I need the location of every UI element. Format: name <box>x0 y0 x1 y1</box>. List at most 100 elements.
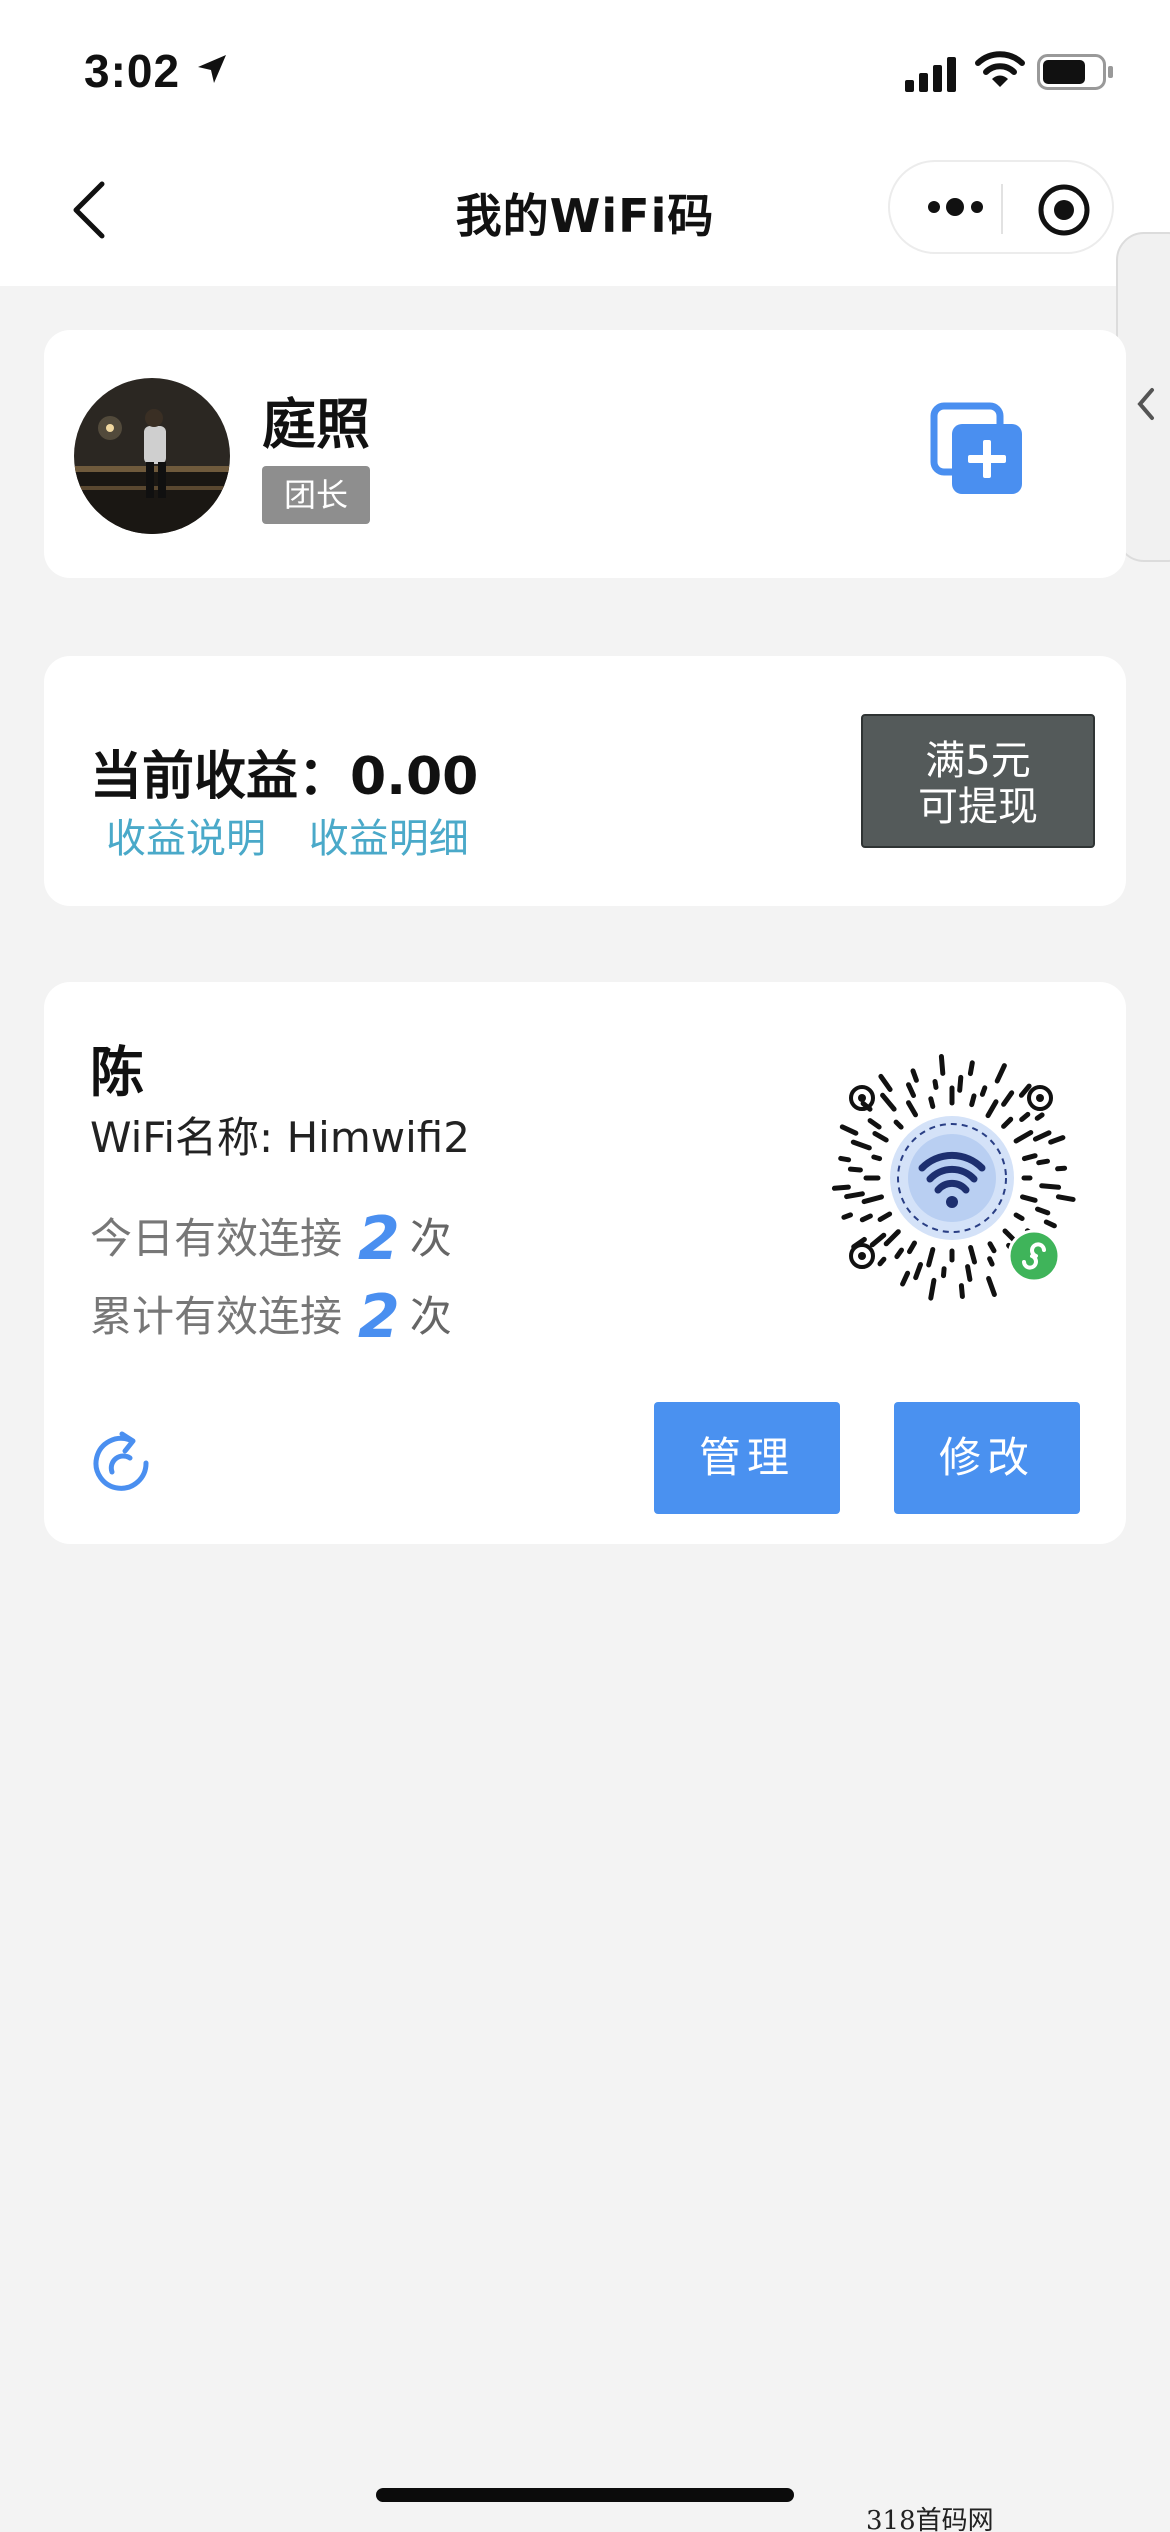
chevron-left-icon <box>1137 388 1154 420</box>
qr-ray <box>926 1247 936 1268</box>
status-time: 3:02 <box>84 45 181 97</box>
qr-ray <box>1048 1135 1066 1145</box>
withdraw-line-2: 可提现 <box>918 784 1038 830</box>
wifi-code-card: 陈 WiFi名称: Himwifi2 今日有效连接 2次 累计有效连接 2次 <box>44 982 1126 1544</box>
qr-ray <box>900 1270 911 1287</box>
qr-ray <box>883 1229 901 1247</box>
cellular-signal-icon <box>905 56 957 96</box>
qr-ray <box>932 1079 939 1090</box>
target-circle-icon[interactable] <box>1036 182 1092 242</box>
profile-card: 庭照 团长 <box>44 330 1126 578</box>
qr-ray <box>1020 1194 1038 1203</box>
qr-ray <box>844 1191 865 1200</box>
qr-ray <box>1055 1194 1076 1202</box>
qr-ray <box>877 1211 893 1222</box>
total-connections-count: 2 <box>358 1282 400 1352</box>
qr-ray <box>1034 1112 1045 1121</box>
home-indicator[interactable] <box>376 2488 794 2502</box>
mini-program-qr-code[interactable] <box>822 1048 1082 1312</box>
earnings-amount: 0.00 <box>350 747 479 807</box>
qr-ray <box>850 1139 872 1151</box>
earnings-links: 收益说明 收益明细 <box>106 806 499 864</box>
qr-ray <box>841 1212 853 1220</box>
qr-ray <box>1021 1153 1038 1162</box>
total-connections-unit: 次 <box>409 1292 452 1341</box>
qr-ray <box>910 1068 919 1083</box>
today-connections-row: 今日有效连接 2 次 <box>90 1204 452 1274</box>
withdraw-line-1: 满5元 <box>925 738 1031 784</box>
qr-ray <box>957 1074 964 1093</box>
wifi-name-value: Himwifi2 <box>286 1113 470 1162</box>
earnings-card: 当前收益：0.00 收益说明 收益明细 满5元 可提现 <box>44 656 1126 906</box>
today-connections-count: 2 <box>358 1204 400 1274</box>
nav-bar: 我的WiFi码 <box>0 140 1170 286</box>
status-bar: 3:02 <box>0 0 1170 140</box>
qr-ray <box>968 1245 977 1265</box>
qr-ray <box>894 1247 904 1260</box>
qr-ray <box>847 1166 863 1173</box>
qr-ray <box>941 1266 947 1279</box>
qr-ray <box>1019 1111 1031 1122</box>
qr-ray <box>839 1124 859 1136</box>
today-connections-label: 今日有效连接 <box>90 1214 343 1263</box>
qr-ray <box>878 1073 893 1092</box>
qr-ray <box>872 1131 889 1143</box>
qr-ray <box>838 1155 852 1163</box>
earnings-label: 当前收益：0.00 <box>90 734 478 809</box>
qr-ray <box>965 1264 973 1282</box>
avatar[interactable] <box>74 378 230 534</box>
qr-ray <box>938 1054 946 1076</box>
qr-ray <box>867 1118 882 1130</box>
qr-ray <box>1032 1130 1052 1142</box>
qr-ray <box>893 1119 904 1130</box>
earnings-detail-link[interactable]: 收益明细 <box>309 816 469 862</box>
qr-ray <box>877 1256 887 1267</box>
qr-ray <box>861 1194 884 1205</box>
total-connections-row: 累计有效连接 2 次 <box>90 1282 452 1352</box>
earnings-label-text: 当前收益： <box>90 747 351 807</box>
qr-ray <box>1036 1158 1050 1166</box>
qr-ray <box>985 1099 999 1119</box>
today-connections-unit: 次 <box>409 1214 452 1263</box>
qr-ray <box>986 1276 997 1297</box>
wifi-icon <box>975 50 1025 94</box>
edit-button[interactable]: 修改 <box>894 1402 1080 1514</box>
qr-ray <box>871 1154 883 1162</box>
qr-ray <box>906 1082 916 1098</box>
earnings-explain-link[interactable]: 收益说明 <box>106 816 266 862</box>
refresh-icon[interactable] <box>88 1430 154 1500</box>
wifi-name-row: WiFi名称: Himwifi2 <box>90 1104 470 1165</box>
qr-ray <box>906 1100 918 1118</box>
qr-ray <box>869 1232 887 1248</box>
watermark-text: 318首码网 www.E318.com <box>866 2506 994 2532</box>
qr-ray <box>1001 1116 1014 1129</box>
profile-name: 庭照 <box>262 393 370 456</box>
total-connections-label: 累计有效连接 <box>90 1292 343 1341</box>
qr-ray <box>928 1277 937 1301</box>
role-badge: 团长 <box>262 466 370 524</box>
qr-ray <box>1043 1219 1057 1229</box>
qr-ray <box>928 1096 936 1109</box>
qr-ray <box>967 1060 975 1077</box>
add-copy-icon[interactable] <box>928 400 1028 504</box>
qr-ray <box>979 1085 988 1097</box>
more-dots-icon[interactable] <box>926 194 986 224</box>
battery-icon <box>1037 54 1115 94</box>
wifi-owner-name: 陈 <box>90 1041 144 1104</box>
qr-ray <box>994 1063 1007 1084</box>
location-arrow-icon <box>195 52 229 90</box>
qr-ray <box>1013 1212 1025 1221</box>
qr-ray <box>1055 1165 1068 1172</box>
manage-button[interactable]: 管理 <box>654 1402 840 1514</box>
qr-ray <box>1035 1206 1051 1216</box>
qr-ray <box>913 1262 923 1281</box>
qr-ray <box>987 1241 997 1254</box>
qr-ray <box>958 1283 965 1299</box>
qr-ray <box>1001 1090 1015 1107</box>
wifi-name-label: WiFi名称: <box>90 1113 274 1162</box>
qr-ray <box>987 1256 995 1267</box>
withdraw-button[interactable]: 满5元 可提现 <box>861 714 1095 848</box>
qr-ray <box>1039 1183 1062 1190</box>
qr-ray <box>831 1184 851 1191</box>
qr-ray <box>969 1093 977 1108</box>
